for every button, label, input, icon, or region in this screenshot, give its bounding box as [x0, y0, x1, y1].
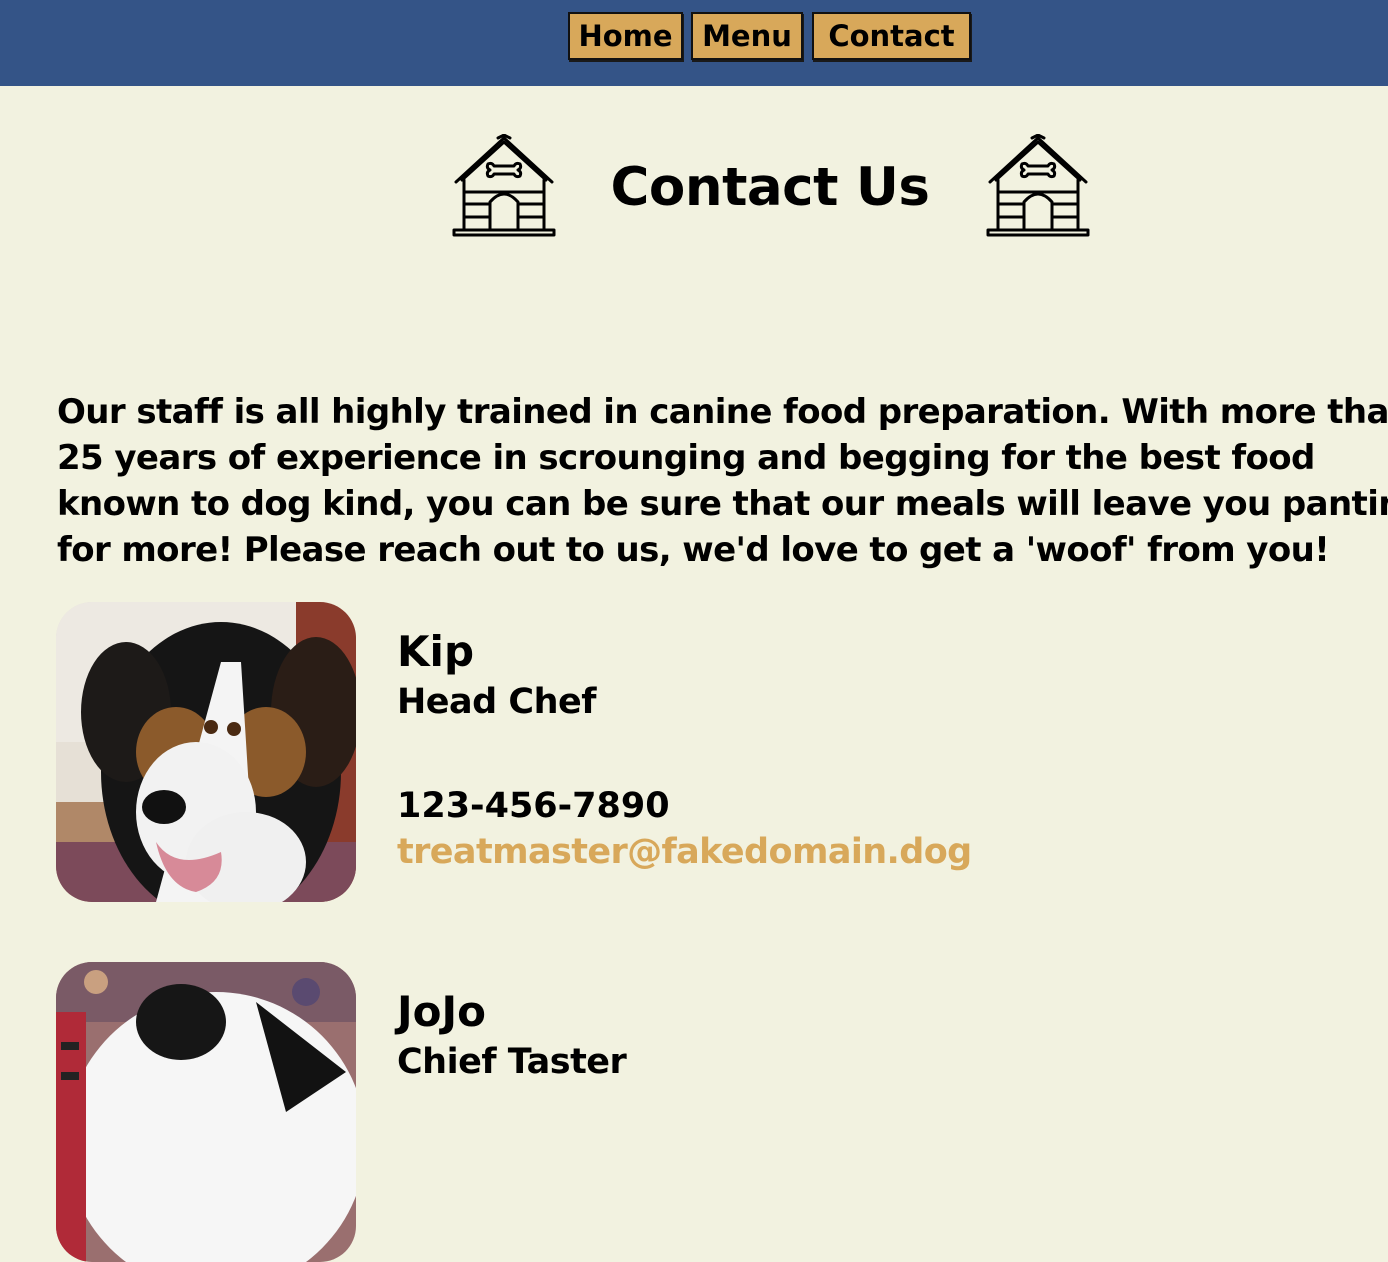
staff-photo-kip	[56, 602, 356, 902]
page-title: Contact Us	[610, 157, 930, 218]
staff-photo-jojo	[56, 962, 356, 1262]
intro-paragraph: Our staff is all highly trained in canin…	[57, 392, 1388, 570]
doghouse-icon	[986, 134, 1090, 237]
nav-menu-button[interactable]: Menu	[691, 12, 803, 60]
staff-role: Chief Taster	[397, 1042, 627, 1082]
staff-phone: 123-456-7890	[397, 786, 670, 826]
staff-name: JoJo	[397, 987, 486, 1036]
staff-name: Kip	[397, 627, 475, 676]
top-nav-bar: Home Menu Contact	[0, 0, 1388, 86]
staff-email-link[interactable]: treatmaster@fakedomain.dog	[397, 829, 972, 875]
staff-role: Head Chef	[397, 682, 596, 722]
doghouse-icon	[452, 134, 556, 237]
nav-home-button[interactable]: Home	[568, 12, 683, 60]
nav-contact-button[interactable]: Contact	[812, 12, 971, 60]
